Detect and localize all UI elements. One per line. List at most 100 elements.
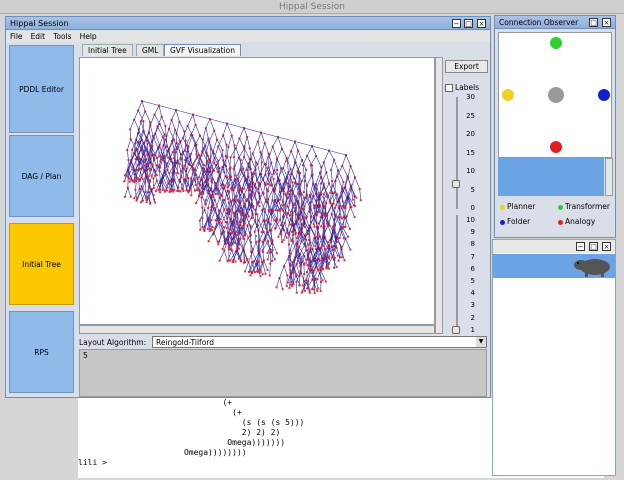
menu-edit[interactable]: Edit [27, 31, 50, 42]
tree-node [311, 288, 314, 291]
tree-node [212, 203, 215, 206]
tree-edge [175, 109, 194, 115]
nav-rps[interactable]: RPS [9, 311, 74, 393]
layout-algorithm-value: Reingold-Tilford [156, 338, 214, 347]
tree-node [343, 259, 346, 262]
tree-edge [243, 163, 250, 175]
tree-edge [216, 139, 223, 151]
tree-edge [244, 136, 248, 147]
tree-edge [171, 109, 177, 120]
tree-node [254, 192, 257, 195]
tree-edge [133, 110, 139, 120]
horizontal-scrollbar[interactable] [79, 325, 435, 334]
labels-checkbox[interactable] [445, 84, 453, 92]
tree-node [180, 176, 183, 179]
tree-edge [265, 153, 269, 165]
tree-node [266, 268, 269, 271]
tree-edge [192, 114, 196, 125]
tree-node [301, 284, 304, 287]
nav-initial-tree[interactable]: Initial Tree [9, 223, 74, 305]
tree-edge [294, 171, 298, 183]
tree-node [279, 224, 282, 227]
tree-edge [150, 125, 154, 136]
maximize-icon[interactable]: □ [589, 242, 598, 251]
close-icon[interactable]: × [602, 18, 611, 27]
depth-slider-track[interactable] [456, 97, 458, 209]
chevron-down-icon[interactable]: ▼ [476, 337, 486, 347]
output-area [79, 349, 487, 397]
nav-dag-plan[interactable]: DAG / Plan [9, 135, 74, 217]
tree-node [313, 292, 316, 295]
tree-node [273, 258, 276, 261]
tree-node [315, 266, 318, 269]
export-button[interactable]: Export [445, 60, 488, 73]
tree-node [145, 196, 148, 199]
tree-node [332, 254, 335, 257]
tree-canvas[interactable] [79, 57, 435, 325]
tree-node [202, 226, 205, 229]
tab-initial-tree[interactable]: Initial Tree [82, 44, 133, 56]
tree-edge [290, 150, 296, 163]
legend-label: Folder [507, 217, 531, 226]
tree-node [355, 196, 358, 199]
tree-node [224, 184, 227, 187]
tree-edge [195, 124, 201, 136]
tree-edge [271, 241, 278, 254]
maximize-icon[interactable]: □ [589, 18, 598, 27]
observer-canvas[interactable] [498, 32, 612, 158]
menu-help[interactable]: Help [76, 31, 101, 42]
nav-pddl-editor[interactable]: PDDL Editor [9, 45, 74, 133]
minimize-icon[interactable]: − [576, 242, 585, 251]
tree-node [204, 203, 207, 206]
nav-label: PDDL Editor [19, 84, 64, 94]
maximize-icon[interactable]: □ [464, 19, 473, 28]
menu-file[interactable]: File [6, 31, 27, 42]
tree-edge [209, 118, 228, 124]
tree-node [147, 175, 150, 178]
tree-edge [289, 241, 294, 251]
hub-node [548, 87, 564, 103]
secondary-panel: − □ × [492, 239, 616, 476]
tree-edge [265, 189, 268, 200]
tree-edge [311, 165, 314, 175]
vertical-scrollbar[interactable] [435, 57, 443, 334]
tree-edge [244, 261, 249, 272]
menu-tools[interactable]: Tools [49, 31, 75, 42]
tree-node [184, 150, 187, 153]
close-icon[interactable]: × [602, 242, 611, 251]
tree-edge [309, 183, 314, 196]
level-slider-thumb[interactable] [452, 326, 460, 334]
tree-edge [148, 132, 153, 142]
tree-node [246, 257, 249, 260]
tree-node [303, 289, 306, 292]
tree-edge [187, 114, 194, 127]
tree-edge [171, 119, 176, 130]
tree-node [321, 244, 324, 247]
tree-node [346, 235, 349, 238]
tree-node [193, 189, 196, 192]
tree-edge [330, 159, 335, 170]
tree-edge [126, 150, 129, 160]
tree-edge [252, 163, 258, 175]
tree-edge [222, 123, 228, 136]
depth-slider-thumb[interactable] [452, 180, 460, 188]
layout-algorithm-select[interactable]: Reingold-Tilford [152, 336, 487, 348]
tree-edge [226, 123, 245, 129]
folder-dot-icon [500, 219, 505, 225]
minimize-icon[interactable]: − [452, 19, 461, 28]
tree-node [308, 291, 311, 294]
tab-gvf-visualization[interactable]: GVF Visualization [164, 44, 242, 56]
tree-edge [137, 110, 144, 122]
nav-label: Initial Tree [22, 259, 61, 269]
tree-edge [141, 100, 160, 106]
tree-edge [314, 216, 319, 228]
level-slider-track[interactable] [456, 215, 458, 329]
session-title-bar[interactable]: Hippal Session [6, 17, 490, 30]
tree-edge [151, 191, 156, 203]
observer-scrollbar[interactable] [605, 158, 613, 196]
tree-edge [300, 270, 305, 282]
tree-edge [269, 263, 271, 276]
tree-edge [277, 136, 296, 142]
tab-gml[interactable]: GML [136, 44, 165, 56]
close-icon[interactable]: × [477, 19, 486, 28]
